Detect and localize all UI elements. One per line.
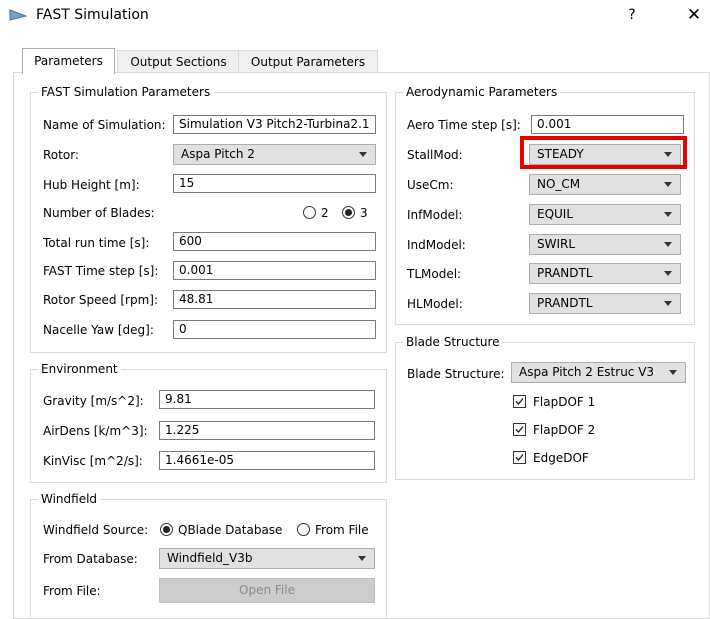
- nacelle-yaw-label: Nacelle Yaw [deg]:: [43, 323, 154, 337]
- windfield-source-label: Windfield Source:: [43, 523, 149, 537]
- title-bar: FAST Simulation ? ✕: [0, 0, 710, 32]
- group-blade-structure: Blade Structure Blade Structure: Aspa Pi…: [395, 334, 695, 480]
- aero-time-step-label: Aero Time step [s]:: [407, 118, 521, 132]
- windfield-source-file-label: From File: [315, 523, 369, 537]
- group-environment: Environment Gravity [m/s^2]: 9.81 AirDen…: [30, 361, 387, 483]
- checkmark-icon: [515, 398, 524, 405]
- tlmodel-select[interactable]: PRANDTL: [529, 263, 681, 284]
- hlmodel-label: HLModel:: [407, 297, 463, 311]
- chevron-down-icon: [664, 182, 672, 187]
- tlmodel-value: PRANDTL: [537, 266, 593, 280]
- rotor-label: Rotor:: [43, 148, 79, 162]
- blade-structure-label: Blade Structure:: [407, 367, 505, 381]
- tab-parameters[interactable]: Parameters: [22, 48, 115, 74]
- airdens-input[interactable]: 1.225: [159, 421, 375, 440]
- indmodel-label: IndModel:: [407, 238, 466, 252]
- blade-structure-select[interactable]: Aspa Pitch 2 Estruc V3: [511, 362, 686, 383]
- chevron-down-icon: [359, 152, 367, 157]
- infmodel-value: EQUIL: [537, 207, 574, 221]
- hub-height-input[interactable]: 15: [173, 174, 376, 193]
- total-run-time-label: Total run time [s]:: [43, 236, 150, 250]
- tab-output-parameters[interactable]: Output Parameters: [238, 50, 378, 73]
- indmodel-select[interactable]: SWIRL: [529, 234, 681, 255]
- blades-radio-2-label: 2: [321, 206, 329, 220]
- windfield-database-select[interactable]: Windfield_V3b: [159, 548, 375, 569]
- infmodel-label: InfModel:: [407, 208, 463, 222]
- rotor-speed-input[interactable]: 48.81: [173, 290, 376, 309]
- blades-radio-3-label: 3: [360, 206, 368, 220]
- hub-height-label: Hub Height [m]:: [43, 178, 140, 192]
- flapdof2-checkbox[interactable]: [513, 423, 526, 436]
- blades-radio-2[interactable]: [303, 206, 316, 219]
- from-database-label: From Database:: [43, 552, 138, 566]
- hlmodel-select[interactable]: PRANDTL: [529, 293, 681, 314]
- chevron-down-icon: [664, 242, 672, 247]
- window-title: FAST Simulation: [36, 7, 149, 23]
- nacelle-yaw-input[interactable]: 0: [173, 320, 376, 339]
- group-title-fast-simulation: FAST Simulation Parameters: [38, 84, 214, 100]
- gravity-label: Gravity [m/s^2]:: [43, 394, 144, 408]
- blade-structure-value: Aspa Pitch 2 Estruc V3: [519, 365, 655, 379]
- group-title-environment: Environment: [38, 361, 121, 377]
- windfield-source-radio-file[interactable]: [297, 523, 310, 536]
- checkmark-icon: [515, 426, 524, 433]
- checkmark-icon: [515, 454, 524, 461]
- gravity-input[interactable]: 9.81: [159, 390, 375, 409]
- simulation-name-input[interactable]: Simulation V3 Pitch2-Turbina2.1: [173, 115, 376, 134]
- edgedof-label: EdgeDOF: [533, 451, 589, 465]
- rotor-speed-label: Rotor Speed [rpm]:: [43, 293, 159, 307]
- group-title-windfield: Windfield: [38, 491, 101, 507]
- group-windfield: Windfield Windfield Source: QBlade Datab…: [30, 491, 387, 618]
- chevron-down-icon: [664, 301, 672, 306]
- flapdof2-label: FlapDOF 2: [533, 423, 596, 437]
- stallmod-label: StallMod:: [407, 148, 463, 162]
- stallmod-highlight-box: [520, 136, 687, 169]
- hlmodel-value: PRANDTL: [537, 296, 593, 310]
- fast-time-step-input[interactable]: 0.001: [173, 261, 376, 280]
- from-file-label: From File:: [43, 584, 101, 598]
- group-title-aerodynamic: Aerodynamic Parameters: [403, 84, 561, 100]
- close-button[interactable]: ✕: [683, 4, 705, 26]
- tlmodel-label: TLModel:: [407, 267, 462, 281]
- indmodel-value: SWIRL: [537, 237, 576, 251]
- edgedof-checkbox[interactable]: [513, 451, 526, 464]
- rotor-select-value: Aspa Pitch 2: [181, 147, 255, 161]
- usecm-select[interactable]: NO_CM: [529, 174, 681, 195]
- usecm-label: UseCm:: [407, 178, 454, 192]
- kinvisc-input[interactable]: 1.4661e-05: [159, 451, 375, 470]
- chevron-down-icon: [669, 370, 677, 375]
- total-run-time-input[interactable]: 600: [173, 232, 376, 251]
- help-button[interactable]: ?: [622, 4, 642, 26]
- fast-time-step-label: FAST Time step [s]:: [43, 264, 159, 278]
- simulation-name-label: Name of Simulation:: [43, 118, 166, 132]
- number-of-blades-label: Number of Blades:: [43, 206, 155, 220]
- usecm-value: NO_CM: [537, 177, 581, 191]
- group-aerodynamic: Aerodynamic Parameters Aero Time step [s…: [395, 84, 695, 325]
- windfield-database-value: Windfield_V3b: [167, 551, 253, 565]
- flapdof1-checkbox[interactable]: [513, 395, 526, 408]
- tab-output-sections[interactable]: Output Sections: [117, 50, 240, 73]
- group-fast-simulation: FAST Simulation Parameters Name of Simul…: [30, 84, 387, 353]
- open-file-button[interactable]: Open File: [159, 578, 375, 603]
- airdens-label: AirDens [k/m^3]:: [43, 424, 148, 438]
- windfield-source-radio-qblade[interactable]: [160, 523, 173, 536]
- blades-radio-3[interactable]: [342, 206, 355, 219]
- windfield-source-qblade-label: QBlade Database: [178, 523, 283, 537]
- kinvisc-label: KinVisc [m^2/s]:: [43, 454, 143, 468]
- group-title-blade-structure: Blade Structure: [403, 334, 503, 350]
- wind-turbine-icon: [9, 8, 28, 22]
- aero-time-step-input[interactable]: 0.001: [531, 115, 684, 134]
- flapdof1-label: FlapDOF 1: [533, 395, 596, 409]
- chevron-down-icon: [664, 271, 672, 276]
- infmodel-select[interactable]: EQUIL: [529, 204, 681, 225]
- chevron-down-icon: [358, 556, 366, 561]
- rotor-select[interactable]: Aspa Pitch 2: [173, 144, 376, 165]
- chevron-down-icon: [664, 212, 672, 217]
